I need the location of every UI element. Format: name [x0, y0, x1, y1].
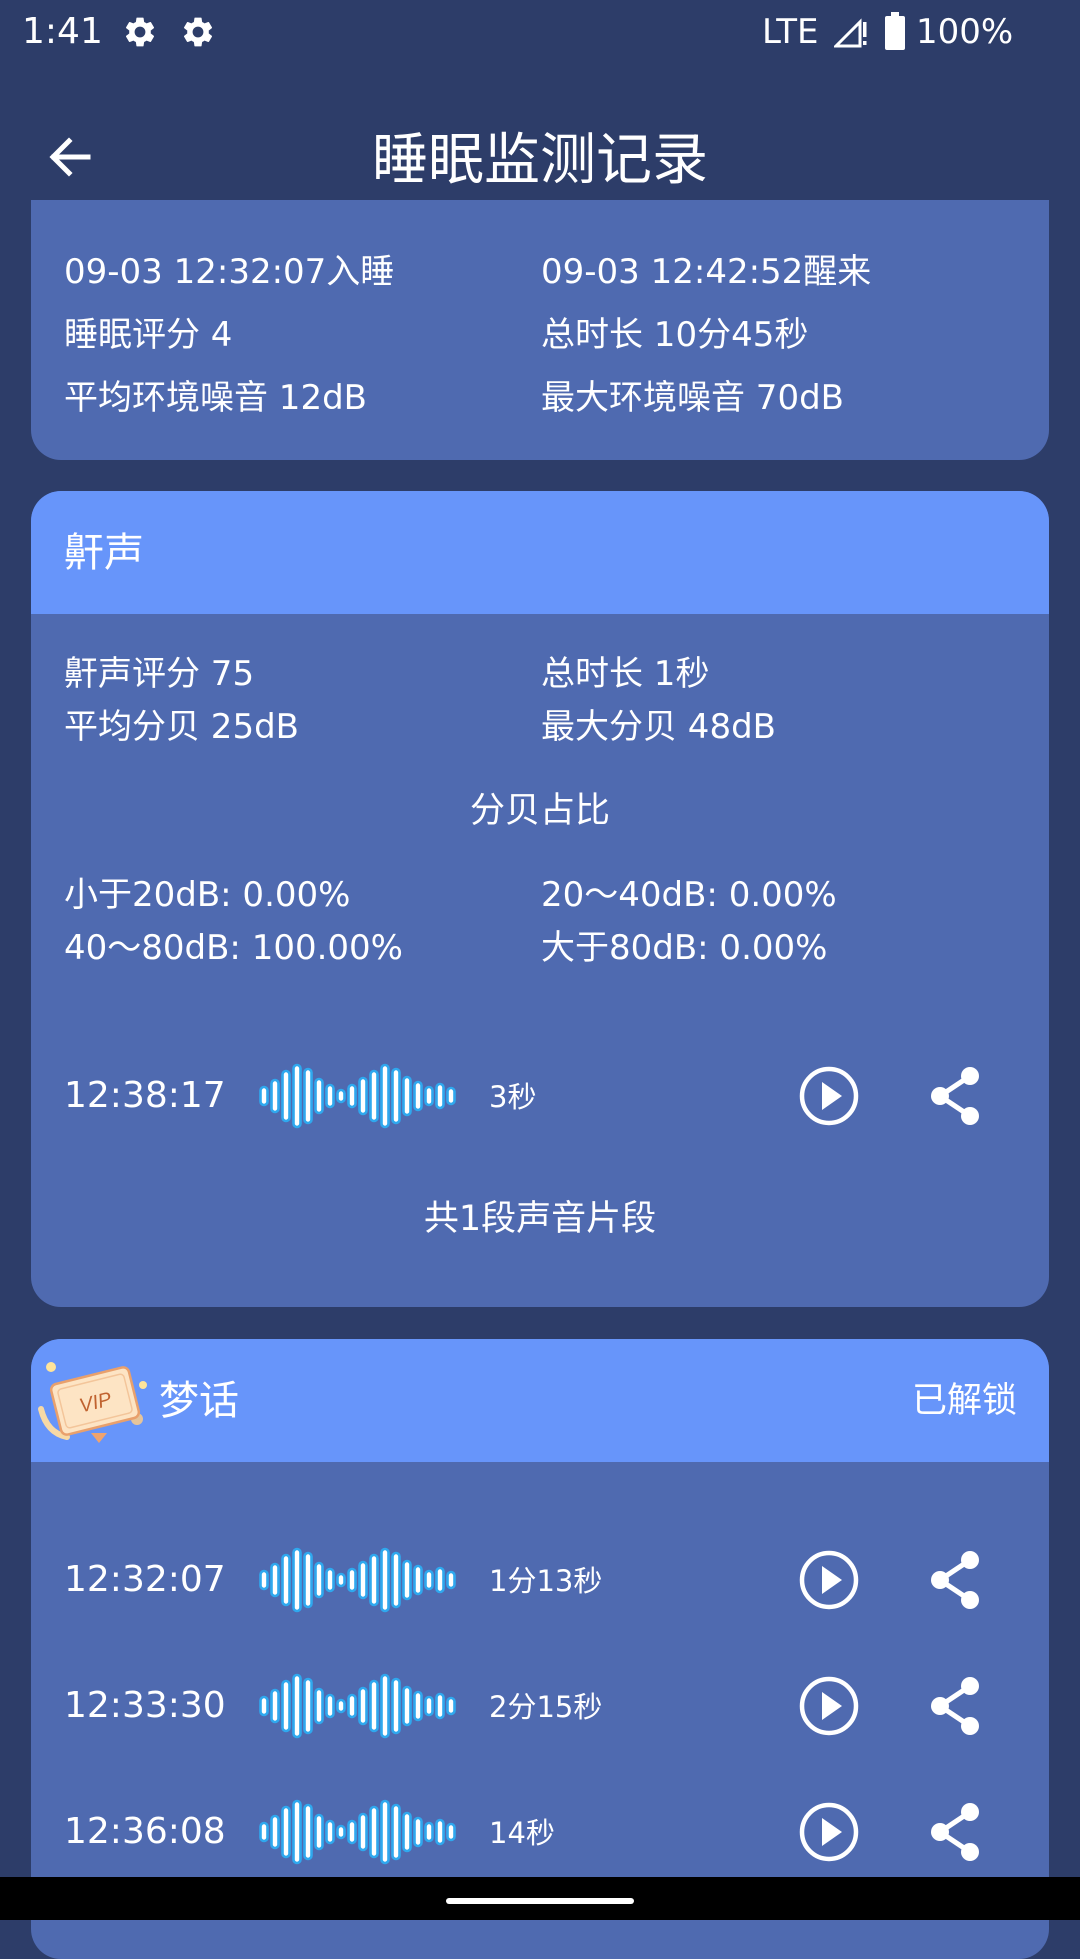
sleep-talk-title: 梦话	[159, 1378, 239, 1424]
sleep-total-duration: 总时长 10分45秒	[541, 315, 809, 355]
snore-max-db: 最大分贝 48dB	[541, 707, 776, 747]
db-ratio-40-80: 40～80dB: 100.00%	[64, 928, 403, 968]
network-type: LTE	[762, 12, 819, 52]
unlock-status: 已解锁	[911, 1381, 1017, 1421]
sleep-start-time: 09-03 12:32:07入睡	[64, 252, 395, 292]
battery-icon	[885, 12, 905, 50]
snore-score: 鼾声评分 75	[64, 654, 255, 694]
share-icon[interactable]	[924, 1674, 988, 1738]
snore-total-duration: 总时长 1秒	[541, 654, 710, 694]
play-icon[interactable]	[797, 1548, 861, 1612]
share-icon[interactable]	[924, 1800, 988, 1864]
play-icon[interactable]	[797, 1064, 861, 1128]
sleep-score: 睡眠评分 4	[64, 315, 233, 355]
play-icon[interactable]	[797, 1800, 861, 1864]
snore-title: 鼾声	[64, 530, 144, 576]
status-bar: 1:41 LTE 100%	[0, 0, 1080, 64]
db-ratio-title: 分贝占比	[469, 791, 610, 831]
db-ratio-below-20: 小于20dB: 0.00%	[64, 875, 351, 915]
record-duration: 1分13秒	[489, 1564, 603, 1598]
snore-average-db: 平均分贝 25dB	[64, 707, 299, 747]
vip-ticket-icon: VIP	[38, 1362, 147, 1443]
record-time: 12:33:30	[64, 1685, 226, 1726]
sleep-summary-card: 09-03 12:32:07入睡 09-03 12:42:52醒来 睡眠评分 4…	[31, 200, 1049, 460]
play-icon[interactable]	[797, 1674, 861, 1738]
max-noise: 最大环境噪音 70dB	[541, 378, 844, 418]
record-time: 12:32:07	[64, 1559, 226, 1600]
waveform-icon	[259, 1061, 473, 1131]
settings-gear-icon	[122, 14, 158, 50]
signal-icon	[834, 18, 867, 48]
waveform-icon	[259, 1671, 473, 1741]
record-duration: 14秒	[489, 1816, 555, 1850]
share-icon[interactable]	[924, 1064, 988, 1128]
battery-percent: 100%	[916, 12, 1014, 52]
waveform-icon	[259, 1545, 473, 1615]
average-noise: 平均环境噪音 12dB	[64, 378, 367, 418]
snore-card: 鼾声 鼾声评分 75 总时长 1秒 平均分贝 25dB 最大分贝 48dB 分贝…	[31, 491, 1049, 1307]
db-ratio-20-40: 20～40dB: 0.00%	[541, 875, 837, 915]
record-duration: 2分15秒	[489, 1690, 603, 1724]
page-title: 睡眠监测记录	[372, 128, 708, 193]
sleep-talk-card: VIP 梦话 已解锁 12:32:07 1分13秒 12:33:30 2分15秒…	[31, 1339, 1049, 1959]
snore-header: 鼾声	[31, 491, 1049, 614]
sound-clip-count: 共1段声音片段	[423, 1199, 657, 1239]
wake-time: 09-03 12:42:52醒来	[541, 252, 872, 292]
home-gesture-handle[interactable]	[446, 1898, 634, 1904]
share-icon[interactable]	[924, 1548, 988, 1612]
record-duration: 3秒	[489, 1080, 537, 1114]
status-time: 1:41	[22, 11, 103, 52]
sleep-talk-header: VIP 梦话 已解锁	[31, 1339, 1049, 1462]
record-time: 12:36:08	[64, 1811, 226, 1852]
waveform-icon	[259, 1797, 473, 1867]
navigation-bar	[0, 1877, 1080, 1920]
record-time: 12:38:17	[64, 1075, 226, 1116]
settings-gear-icon	[180, 14, 216, 50]
db-ratio-above-80: 大于80dB: 0.00%	[541, 928, 828, 968]
